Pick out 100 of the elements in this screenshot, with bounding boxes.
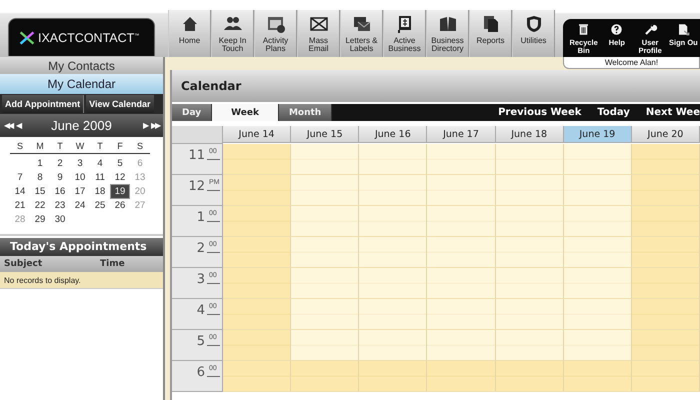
time-slot[interactable] (564, 175, 632, 206)
time-slot[interactable] (359, 361, 428, 392)
time-slot[interactable] (359, 299, 428, 330)
time-slot[interactable] (496, 144, 564, 175)
time-slot[interactable] (427, 237, 496, 268)
calendar-day[interactable]: 19 (111, 185, 129, 198)
calendar-day[interactable]: 24 (71, 199, 89, 212)
time-slot[interactable] (291, 175, 360, 206)
time-slot[interactable] (359, 330, 428, 361)
calendar-day[interactable]: 16 (51, 185, 69, 198)
time-slot[interactable] (359, 237, 428, 268)
toolbar-button[interactable]: Business Directory (426, 10, 469, 57)
calendar-day[interactable]: 3 (71, 157, 89, 170)
calendar-day[interactable]: 26 (111, 199, 129, 212)
day-header[interactable]: June 18 (496, 126, 564, 143)
nav-link[interactable]: Today (581, 104, 630, 121)
calendar-day[interactable]: 14 (11, 185, 29, 198)
time-slot[interactable] (359, 144, 428, 175)
time-slot[interactable] (564, 330, 632, 361)
calendar-day[interactable]: 4 (91, 157, 109, 170)
time-slot[interactable] (223, 144, 292, 175)
time-slot[interactable] (427, 144, 496, 175)
time-slot[interactable] (427, 175, 496, 206)
view-tab[interactable]: Day (172, 104, 212, 121)
time-slot[interactable] (427, 299, 496, 330)
day-header[interactable]: June 15 (291, 126, 360, 143)
calendar-day[interactable]: 1 (31, 157, 49, 170)
toolbar-button[interactable]: Letters & Labels (340, 10, 383, 57)
time-slot[interactable] (427, 330, 496, 361)
calendar-day[interactable]: 30 (51, 213, 69, 226)
calendar-day[interactable]: 11 (91, 171, 109, 184)
time-slot[interactable] (291, 330, 360, 361)
time-slot[interactable] (564, 268, 632, 299)
time-slot[interactable] (564, 237, 632, 268)
calendar-day[interactable]: 10 (71, 171, 89, 184)
time-slot[interactable] (564, 206, 632, 237)
toolbar-button[interactable]: Reports (469, 10, 512, 57)
day-header[interactable]: June 20 (632, 126, 700, 143)
day-header[interactable]: June 19 (564, 126, 632, 143)
calendar-day[interactable]: 2 (51, 157, 69, 170)
calendar-day[interactable]: 8 (31, 171, 49, 184)
calendar-day[interactable]: 29 (31, 213, 49, 226)
previous-year-button[interactable]: ◀◀ (4, 121, 12, 130)
time-slot[interactable] (496, 206, 564, 237)
calendar-day[interactable]: 9 (51, 171, 69, 184)
time-slot[interactable] (632, 206, 700, 237)
toolbar-button[interactable]: Utilities (512, 10, 555, 57)
view-tab[interactable]: Week (212, 104, 279, 121)
day-header[interactable]: June 14 (223, 126, 292, 143)
calendar-day[interactable]: 25 (91, 199, 109, 212)
toolbar-button[interactable]: Activity Plans (254, 10, 297, 57)
sidebar-section[interactable]: My Calendar (0, 74, 163, 94)
time-slot[interactable] (223, 206, 292, 237)
next-year-button[interactable]: ▶▶ (151, 121, 159, 130)
calendar-day[interactable]: 5 (111, 157, 129, 170)
toolbar-button[interactable]: Active Business (383, 10, 426, 57)
time-slot[interactable] (496, 330, 564, 361)
next-month-button[interactable]: ▶ (143, 121, 147, 130)
calendar-day[interactable]: 23 (51, 199, 69, 212)
time-slot[interactable] (359, 206, 428, 237)
time-slot[interactable] (427, 206, 496, 237)
time-slot[interactable] (291, 299, 360, 330)
time-slot[interactable] (291, 206, 360, 237)
time-slot[interactable] (291, 144, 360, 175)
time-slot[interactable] (564, 299, 632, 330)
time-slot[interactable] (564, 361, 632, 392)
time-slot[interactable] (496, 361, 564, 392)
nav-link[interactable]: Next Wee (630, 104, 700, 121)
calendar-day[interactable]: 18 (91, 185, 109, 198)
time-slot[interactable] (291, 268, 360, 299)
calendar-day[interactable]: 22 (31, 199, 49, 212)
time-slot[interactable] (223, 175, 292, 206)
time-slot[interactable] (223, 330, 292, 361)
time-slot[interactable] (223, 361, 292, 392)
time-slot[interactable] (632, 268, 700, 299)
calendar-day[interactable]: 12 (111, 171, 129, 184)
view-tab[interactable]: Month (278, 104, 332, 121)
calendar-day[interactable]: 15 (31, 185, 49, 198)
time-slot[interactable] (427, 361, 496, 392)
time-slot[interactable] (427, 268, 496, 299)
sidebar-section[interactable]: My Contacts (0, 57, 163, 74)
time-slot[interactable] (223, 268, 292, 299)
time-slot[interactable] (359, 268, 428, 299)
time-slot[interactable] (496, 268, 564, 299)
time-slot[interactable] (496, 175, 564, 206)
time-slot[interactable] (496, 299, 564, 330)
sidebar-button[interactable]: Add Appointment (2, 95, 84, 113)
toolbar-button[interactable]: Keep In Touch (211, 10, 254, 57)
time-slot[interactable] (632, 237, 700, 268)
time-slot[interactable] (223, 299, 292, 330)
time-slot[interactable] (632, 299, 700, 330)
sidebar-button[interactable]: View Calendar (86, 95, 154, 113)
time-slot[interactable] (359, 175, 428, 206)
time-slot[interactable] (223, 237, 292, 268)
calendar-day[interactable]: 21 (11, 199, 29, 212)
toolbar-button[interactable]: Mass Email (297, 10, 340, 57)
time-slot[interactable] (632, 330, 700, 361)
time-slot[interactable] (632, 361, 700, 392)
time-slot[interactable] (496, 237, 564, 268)
time-slot[interactable] (291, 237, 360, 268)
